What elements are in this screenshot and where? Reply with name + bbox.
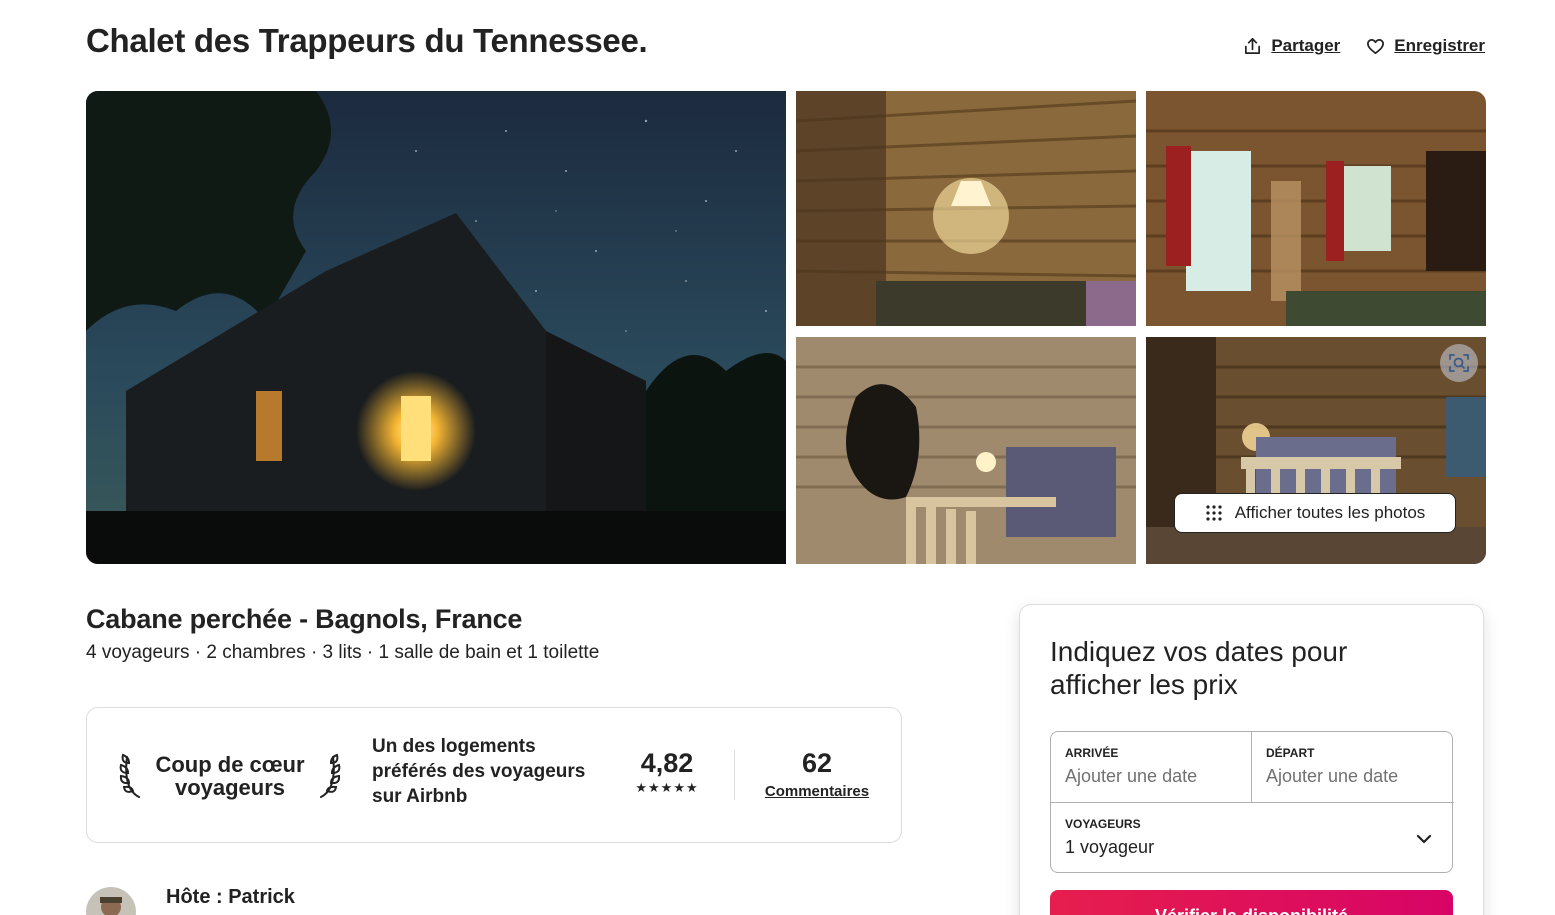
guest-favorite-label: Coup de cœur voyageurs [155,753,304,799]
booking-heading: Indiquez vos dates pour afficher les pri… [1050,636,1348,700]
laurel-left-icon [119,753,140,798]
gallery-photo-2[interactable] [1146,91,1486,326]
save-label: Enregistrer [1394,36,1485,55]
booking-card: Indiquez vos dates pour afficher les pri… [1019,604,1484,915]
photo-gallery: Afficher toutes les photos [86,91,1486,564]
gallery-photo-3[interactable] [796,337,1136,564]
guests-value: 1 voyageur [1065,837,1155,857]
show-all-photos-button[interactable]: Afficher toutes les photos [1174,493,1456,533]
reviews-link[interactable]: Commentaires [755,783,879,800]
listing-details: 4 voyageurs · 2 chambres · 3 lits · 1 sa… [86,642,600,663]
listing-subtitle: Cabane perchée - Bagnols, France [86,604,523,634]
listing-title: Chalet des Trappeurs du Tennessee. [86,22,648,59]
checkin-placeholder: Ajouter une date [1065,766,1198,786]
heart-icon [1367,38,1385,54]
guest-favorite-card: Coup de cœur voyageurs Un des logements … [86,707,902,843]
share-label: Partager [1271,36,1341,55]
show-all-label: Afficher toutes les photos [1234,503,1426,522]
guest-favorite-badge: Coup de cœur voyageurs [117,744,343,808]
guests-dropdown[interactable]: VOYAGEURS 1 voyageur [1051,802,1454,874]
lens-icon [1449,354,1469,372]
review-count: 62 [801,748,833,778]
rating-stars: ★★★★★ [635,780,699,795]
divider [734,750,735,800]
checkout-placeholder: Ajouter une date [1266,766,1399,786]
share-icon [1245,37,1261,54]
checkout-label: DÉPART [1266,746,1315,760]
checkin-field[interactable]: ARRIVÉE Ajouter une date [1051,732,1252,802]
rating-block: 4,82 ★★★★★ [627,748,707,796]
visual-search-button[interactable] [1440,344,1478,382]
save-button[interactable]: Enregistrer [1366,36,1485,56]
reviews-block: 62 Commentaires [755,748,879,800]
guest-favorite-line1: Coup de cœur [155,752,305,777]
gallery-photo-1[interactable] [796,91,1136,326]
checkout-field[interactable]: DÉPART Ajouter une date [1252,732,1454,802]
main-photo[interactable] [86,91,786,564]
guest-favorite-description: Un des logements préférés des voyageurs … [372,736,586,807]
checkin-label: ARRIVÉE [1065,746,1119,760]
laurel-right-icon [319,753,341,798]
grid-dots-icon [1206,505,1222,521]
host-avatar[interactable] [86,887,136,915]
guests-label: VOYAGEURS [1065,817,1141,831]
chevron-down-icon [1416,834,1432,844]
header-actions: Partager Enregistrer [1243,36,1485,56]
share-button[interactable]: Partager [1243,36,1340,56]
rating-value: 4,82 [640,748,694,778]
guest-favorite-line2: voyageurs [174,775,286,800]
host-name: Hôte : Patrick [166,886,295,908]
date-guest-picker: ARRIVÉE Ajouter une date DÉPART Ajouter … [1050,731,1454,874]
check-availability-button[interactable]: Vérifier la disponibilité [1050,890,1453,915]
